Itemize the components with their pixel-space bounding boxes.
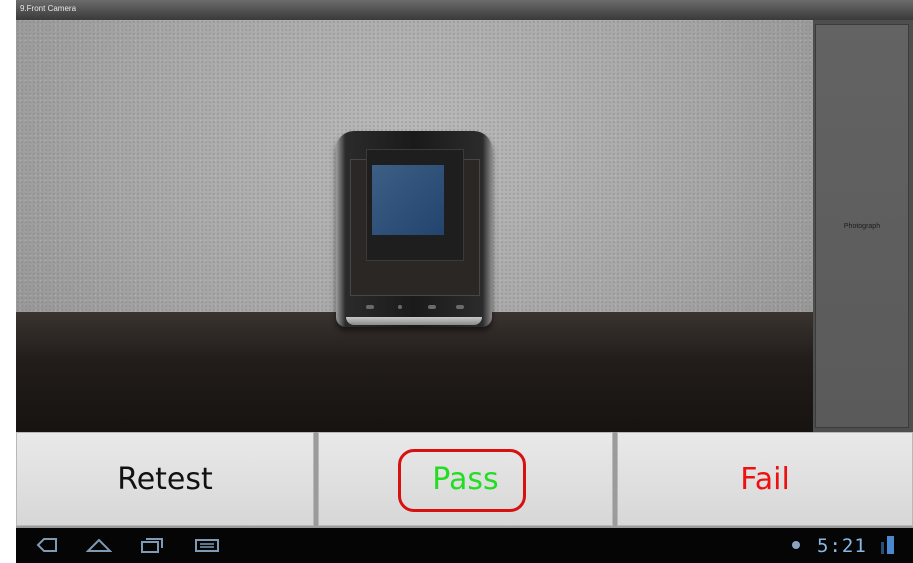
recent-apps-icon[interactable] bbox=[140, 537, 164, 553]
back-icon[interactable] bbox=[36, 537, 58, 553]
photograph-label: Photograph bbox=[843, 222, 881, 230]
phone-key bbox=[456, 305, 464, 309]
system-bar: 5:21 bbox=[16, 528, 913, 563]
preview-table bbox=[16, 312, 813, 432]
camera-preview[interactable] bbox=[16, 20, 813, 432]
pass-button[interactable]: Pass bbox=[318, 432, 613, 526]
preview-subject-phone bbox=[336, 131, 492, 327]
notification-icon[interactable] bbox=[792, 541, 800, 549]
phone-base bbox=[346, 317, 482, 325]
retest-label: Retest bbox=[117, 461, 213, 497]
window-title-bar: 9.Front Camera bbox=[16, 0, 913, 20]
phone-key bbox=[428, 305, 436, 309]
home-icon[interactable] bbox=[86, 537, 112, 553]
phone-key bbox=[366, 305, 374, 309]
window-title: 9.Front Camera bbox=[20, 4, 77, 13]
phone-display bbox=[372, 165, 444, 235]
photograph-button[interactable]: Photograph bbox=[815, 24, 909, 428]
status-clock[interactable]: 5:21 bbox=[817, 535, 867, 557]
pass-label: Pass bbox=[432, 461, 499, 497]
retest-button[interactable]: Retest bbox=[16, 432, 314, 526]
result-button-bar: Retest Pass Fail bbox=[16, 432, 913, 528]
keyboard-icon[interactable] bbox=[194, 537, 220, 553]
fail-button[interactable]: Fail bbox=[617, 432, 913, 526]
signal-icon[interactable] bbox=[881, 536, 895, 554]
camera-side-panel: Photograph bbox=[813, 20, 913, 432]
fail-label: Fail bbox=[740, 461, 790, 497]
device-screen: 9.Front Camera Photograph Retest Pass Fa… bbox=[16, 0, 913, 563]
phone-key bbox=[398, 305, 402, 309]
